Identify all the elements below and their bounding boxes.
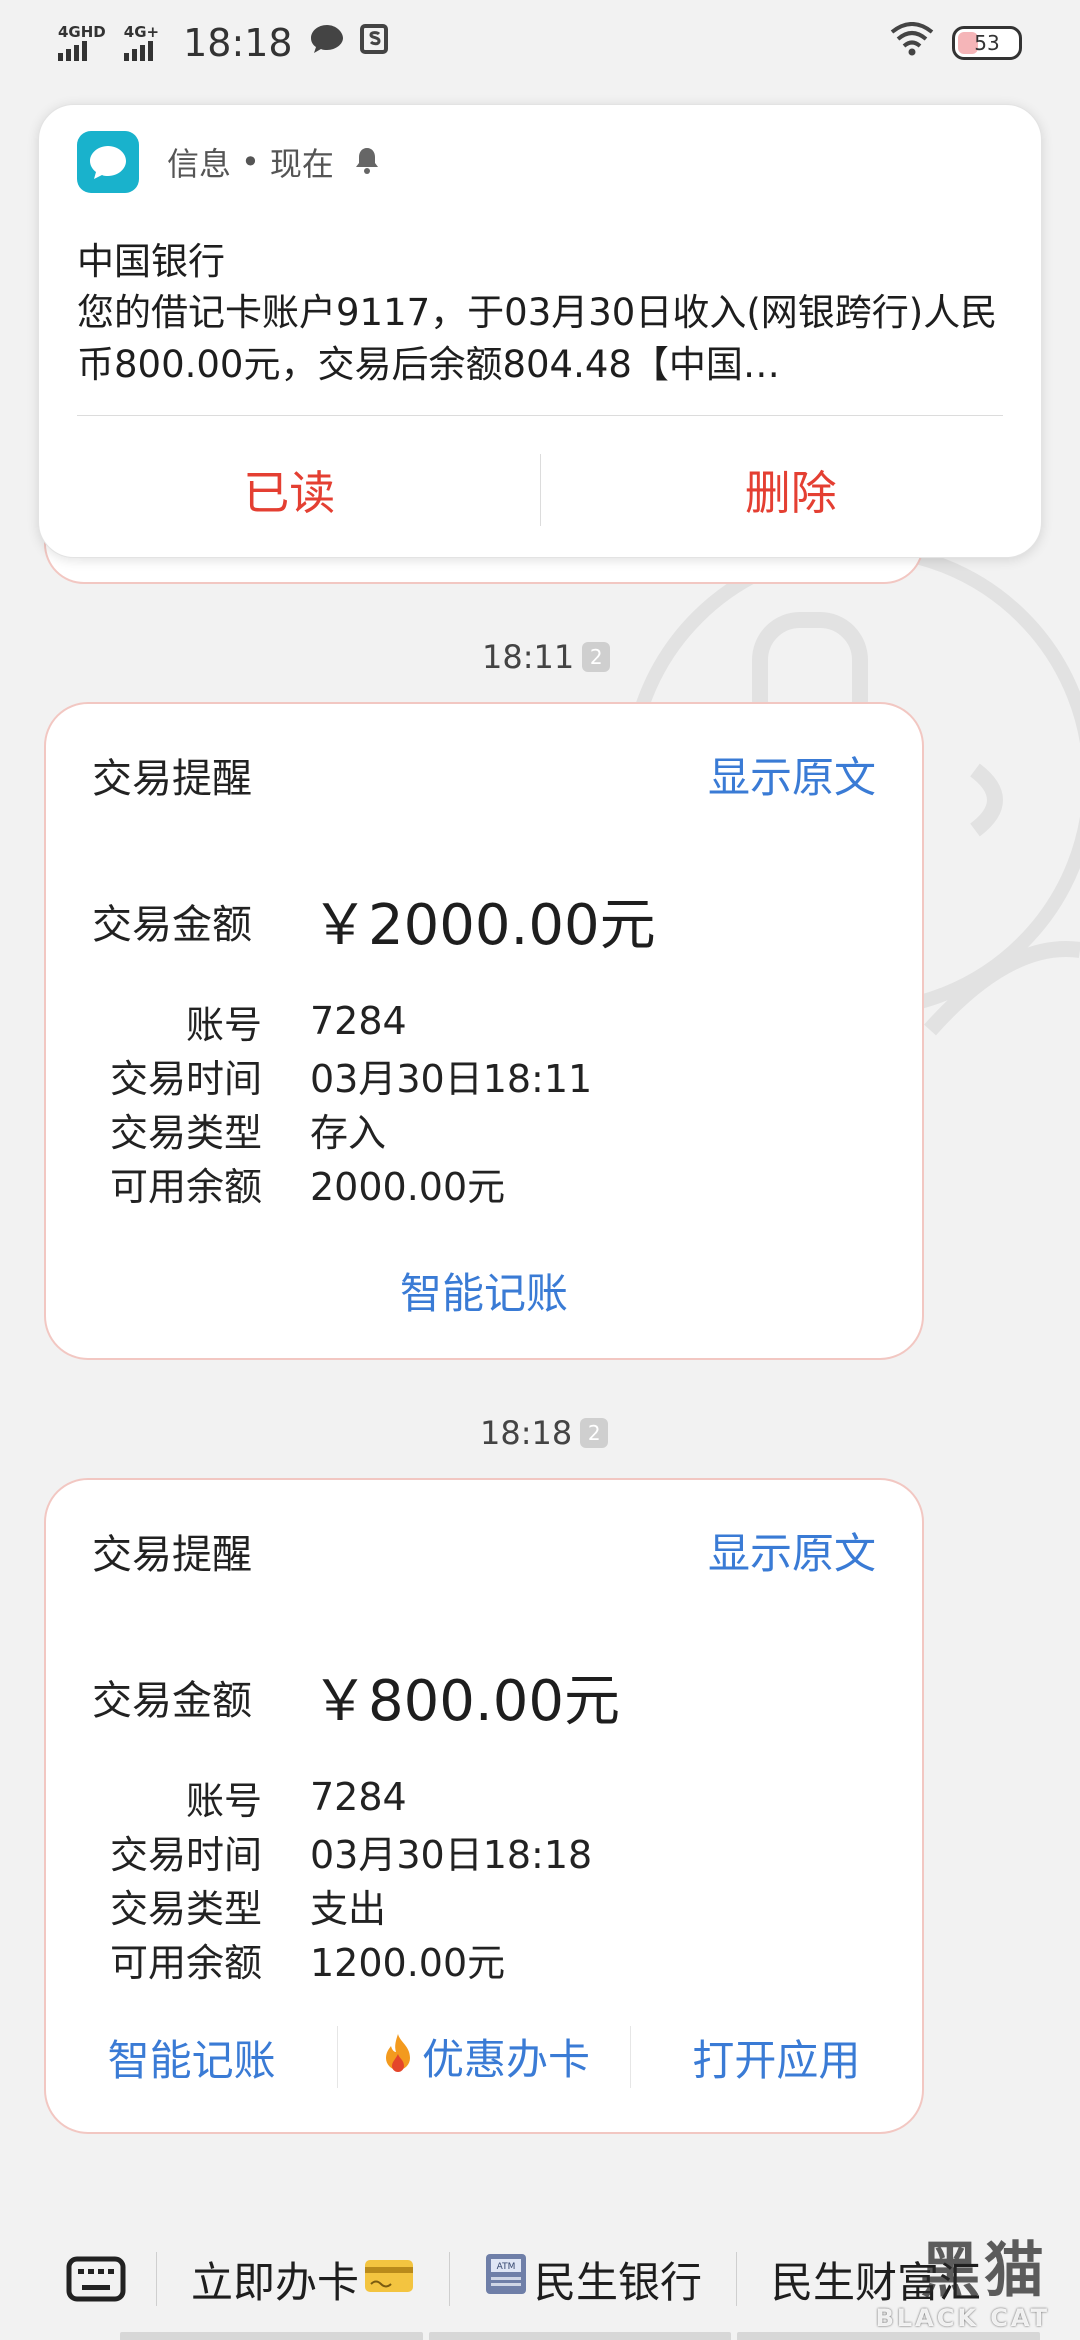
card-title: 交易提醒 [92, 1532, 252, 1578]
detail-value: 1200.00元 [310, 1940, 506, 1985]
detail-label: 账号 [185, 1778, 262, 1823]
smart-bookkeeping-button[interactable]: 智能记账 [46, 2027, 337, 2088]
transaction-details: 账号 7284 交易时间 03月30日18:18 交易类型 支出 可用余额 12… [92, 1770, 592, 1986]
detail-value: 7284 [310, 999, 407, 1043]
detail-label: 交易时间 [109, 1832, 262, 1877]
notification-body: 您的借记卡账户9117，于03月30日收入(网银跨行)人民币800.00元，交易… [77, 291, 998, 386]
amount-label: 交易金额 [92, 1678, 252, 1724]
detail-row: 交易类型 支出 [92, 1878, 592, 1932]
message-timestamp: 18:11 2 [482, 638, 611, 676]
detail-value: 03月30日18:18 [310, 1832, 593, 1877]
detail-label: 可用余额 [109, 1940, 262, 1985]
detail-row: 可用余额 1200.00元 [92, 1932, 592, 1986]
detail-row: 交易时间 03月30日18:18 [92, 1824, 592, 1878]
detail-row: 账号 7284 [92, 1770, 592, 1824]
notification-actions: 已读 删除 [39, 445, 1041, 535]
notification-sender: 中国银行 [77, 240, 225, 283]
smart-bookkeeping-button[interactable]: 智能记账 [46, 1260, 922, 1321]
message-timestamp: 18:18 2 [480, 1414, 609, 1452]
transaction-card[interactable]: 交易提醒 显示原文 交易金额 ￥800.00元 账号 7284 交易时间 03月… [44, 1478, 924, 2134]
card-offer-button[interactable]: 优惠办卡 [338, 2026, 629, 2088]
detail-label: 可用余额 [109, 1164, 262, 1209]
card-footer: 智能记账 [46, 1260, 922, 1321]
transaction-details: 账号 7284 交易时间 03月30日18:11 交易类型 存入 可用余额 20… [92, 994, 592, 1210]
sim1-label: 4GHD [58, 23, 106, 41]
battery-icon: 53 [952, 26, 1022, 60]
amount-value: ￥2000.00元 [312, 893, 656, 958]
menu-label: 立即办卡 [191, 2257, 360, 2307]
sim2-signal: 4G+ [123, 23, 160, 61]
wifi-icon [890, 21, 934, 65]
notification-divider [77, 415, 1003, 416]
detail-row: 可用余额 2000.00元 [92, 1156, 592, 1210]
show-original-button[interactable]: 显示原文 [708, 744, 876, 805]
detail-value: 2000.00元 [310, 1164, 506, 1209]
svg-text:ATM: ATM [497, 2262, 516, 2272]
detail-value: 存入 [310, 1110, 387, 1155]
card-offer-label: 优惠办卡 [421, 2035, 590, 2084]
menu-label: 民生银行 [534, 2257, 703, 2307]
signal-bars-icon [58, 39, 87, 61]
status-right: 53 [890, 21, 1022, 65]
status-bar: 4GHD 4G+ 18:18 53 [0, 0, 1080, 86]
status-time: 18:18 [183, 21, 293, 65]
keyboard-icon [66, 2256, 126, 2302]
sim-badge: 2 [582, 642, 611, 672]
detail-value: 03月30日18:11 [310, 1056, 593, 1101]
timestamp-text: 18:18 [480, 1414, 573, 1452]
detail-row: 交易时间 03月30日18:11 [92, 1048, 592, 1102]
detail-label: 交易时间 [109, 1056, 262, 1101]
bell-icon [352, 145, 382, 179]
amount-label: 交易金额 [92, 902, 252, 948]
atm-icon: ATM [484, 2252, 528, 2306]
credit-card-icon [363, 2255, 415, 2304]
transaction-card[interactable]: 交易提醒 显示原文 交易金额 ￥2000.00元 账号 7284 交易时间 03… [44, 702, 924, 1360]
detail-row: 账号 7284 [92, 994, 592, 1048]
card-footer: 智能记账 优惠办卡 打开应用 [46, 2026, 922, 2088]
detail-value: 7284 [310, 1775, 407, 1819]
detail-label: 交易类型 [109, 1110, 262, 1155]
detail-row: 交易类型 存入 [92, 1102, 592, 1156]
fire-icon [378, 2032, 418, 2088]
messages-app-icon [77, 131, 139, 193]
notification-separator: • [241, 143, 260, 181]
screenshot-icon [359, 23, 389, 64]
keyboard-toggle-button[interactable] [36, 2256, 156, 2302]
sim-badge: 2 [580, 1418, 609, 1448]
sim1-signal: 4GHD [58, 25, 106, 61]
timestamp-text: 18:11 [482, 638, 575, 676]
detail-value: 支出 [310, 1886, 387, 1931]
sms-notification[interactable]: 信息 • 现在 中国银行 您的借记卡账户9117，于03月30日收入(网银跨行)… [38, 104, 1042, 558]
detail-label: 交易类型 [109, 1886, 262, 1931]
show-original-button[interactable]: 显示原文 [708, 1520, 876, 1581]
notification-header: 信息 • 现在 [77, 131, 382, 193]
notification-app-name: 信息 [167, 145, 232, 183]
message-bubble-icon [309, 23, 345, 64]
delete-button[interactable]: 删除 [541, 457, 1042, 523]
detail-label: 账号 [185, 1002, 262, 1047]
signal-bars-icon [123, 39, 153, 61]
battery-level: 53 [974, 31, 1000, 55]
watermark: 黑猫 BLACK CAT [870, 2218, 1070, 2340]
notification-time: 现在 [269, 145, 334, 183]
menu-minsheng-bank[interactable]: ATM 民生银行 [450, 2249, 736, 2310]
mark-read-button[interactable]: 已读 [39, 457, 540, 523]
open-app-button[interactable]: 打开应用 [631, 2027, 922, 2088]
card-title: 交易提醒 [92, 756, 252, 802]
amount-value: ￥800.00元 [312, 1669, 620, 1734]
watermark-main: 黑猫 [920, 2236, 1048, 2306]
watermark-sub: BLACK CAT [875, 2304, 1050, 2332]
menu-apply-card[interactable]: 立即办卡 [157, 2249, 449, 2310]
sim2-label: 4G+ [123, 23, 160, 41]
